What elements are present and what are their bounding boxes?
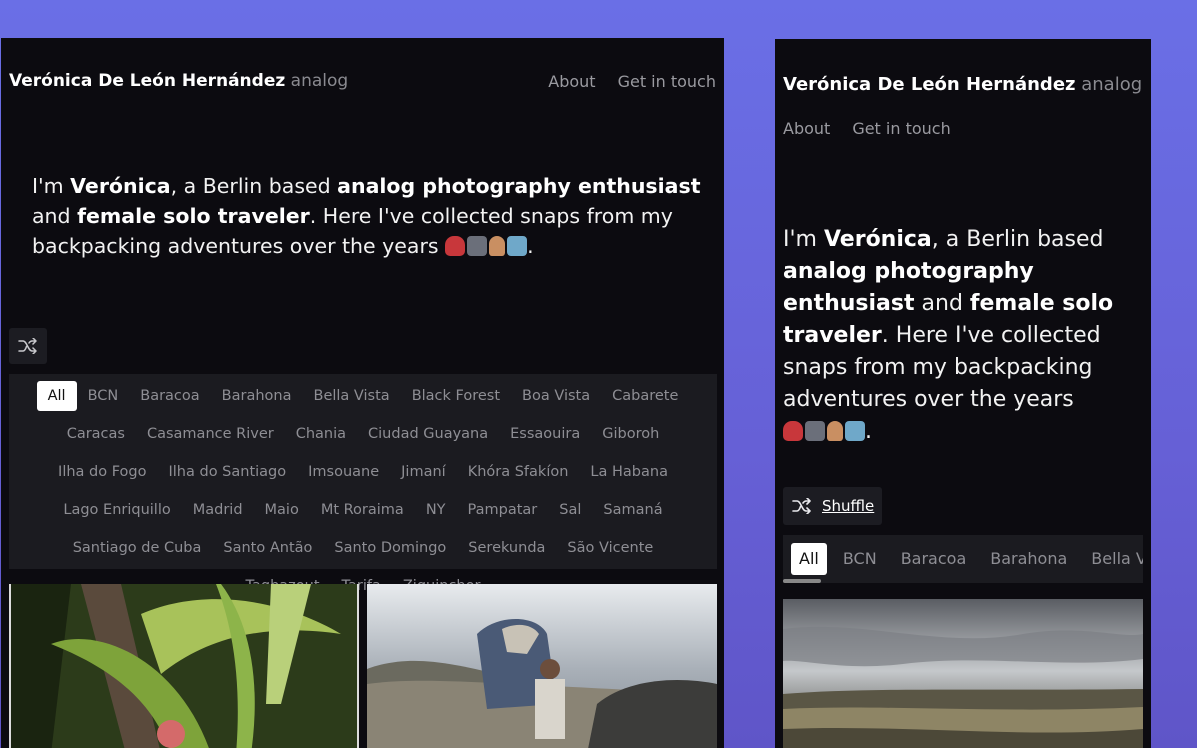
backpack-icon: [783, 421, 803, 441]
filter-tag[interactable]: Santo Domingo: [323, 533, 457, 563]
victory-hand-icon: [827, 421, 843, 441]
mobile-location-filter-list: AllBCNBaracoaBarahonaBella Vista: [791, 543, 1143, 575]
filter-tag[interactable]: Essaouira: [499, 419, 591, 449]
mobile-site-brand[interactable]: Verónica De León Hernández analog: [783, 74, 1142, 95]
shuffle-icon: [792, 498, 811, 514]
filter-tag[interactable]: Mt Roraima: [310, 495, 415, 525]
filter-tag[interactable]: Ciudad Guayana: [357, 419, 499, 449]
filter-tag[interactable]: Baracoa: [893, 543, 975, 575]
intro-segment: .: [865, 419, 872, 444]
camera-flash-icon: [467, 236, 488, 256]
filter-tag[interactable]: Bella Vista: [1083, 543, 1143, 575]
filter-tag[interactable]: All: [791, 543, 827, 575]
filter-tag[interactable]: Jimaní: [390, 457, 457, 487]
filter-tag[interactable]: Ilha do Santiago: [158, 457, 298, 487]
victory-hand-icon: [489, 236, 506, 256]
filter-tag[interactable]: BCN: [77, 381, 130, 411]
shuffle-label: Shuffle: [822, 497, 875, 515]
site-name: Verónica De León Hernández: [9, 71, 286, 91]
filter-tag[interactable]: Samaná: [592, 495, 673, 525]
site-header: Verónica De León Hernández analog About …: [9, 71, 716, 91]
landscape-image: [783, 599, 1143, 748]
filter-tag[interactable]: Barahona: [211, 381, 303, 411]
intro-segment: and: [32, 204, 78, 228]
mobile-location-filter-panel[interactable]: AllBCNBaracoaBarahonaBella Vista: [783, 535, 1143, 583]
filter-tag[interactable]: BCN: [835, 543, 885, 575]
filter-tag[interactable]: Chania: [285, 419, 357, 449]
filter-tag[interactable]: Santo Antão: [212, 533, 323, 563]
intro-name: Verónica: [823, 227, 932, 252]
nav-contact-link[interactable]: Get in touch: [618, 72, 716, 91]
filter-tag[interactable]: NY: [415, 495, 457, 525]
mobile-main-nav: About Get in touch: [783, 119, 951, 138]
filter-tag[interactable]: Casamance River: [136, 419, 285, 449]
emoji-group: [783, 421, 865, 441]
site-brand[interactable]: Verónica De León Hernández analog: [9, 71, 348, 91]
filter-tag[interactable]: Giboroh: [591, 419, 670, 449]
intro-text: I'm Verónica, a Berlin based analog phot…: [32, 171, 712, 261]
intro-highlight: analog photography enthusiast: [337, 174, 701, 198]
intro-segment: , a Berlin based: [170, 174, 338, 198]
filter-tag[interactable]: Maio: [254, 495, 310, 525]
gallery-photo-landscape[interactable]: [783, 599, 1143, 748]
intro-text: I'm Verónica, a Berlin based analog phot…: [783, 224, 1143, 448]
filter-tag[interactable]: Baracoa: [129, 381, 210, 411]
jungle-image: [11, 584, 357, 748]
site-subtitle: analog: [1081, 74, 1143, 95]
site-name: Verónica De León Hernández: [783, 74, 1076, 95]
filter-tag[interactable]: Imsouane: [297, 457, 390, 487]
filter-tag[interactable]: All: [36, 381, 77, 411]
mobile-preview: Verónica De León Hernández analog About …: [775, 39, 1151, 748]
shuffle-button[interactable]: [9, 328, 47, 364]
site-subtitle: analog: [290, 71, 349, 91]
shuffle-icon: [18, 338, 37, 354]
intro-segment: I'm: [32, 174, 71, 198]
filter-tag[interactable]: Ilha do Fogo: [47, 457, 157, 487]
nav-contact-link[interactable]: Get in touch: [852, 119, 950, 138]
intro-highlight: female solo traveler: [77, 204, 310, 228]
nav-about-link[interactable]: About: [783, 119, 830, 138]
filter-tag[interactable]: Sal: [548, 495, 592, 525]
intro-segment: , a Berlin based: [931, 227, 1104, 252]
filter-tag[interactable]: Bella Vista: [303, 381, 401, 411]
world-map-icon: [845, 421, 865, 441]
location-filter-panel: All BCN Baracoa Barahona Bella Vista Black Fo…: [9, 374, 717, 594]
filter-tag[interactable]: Barahona: [982, 543, 1075, 575]
intro-segment: .: [527, 234, 534, 258]
filter-tag[interactable]: Caracas: [56, 419, 136, 449]
backpack-icon: [445, 236, 466, 256]
gallery-photo-jungle[interactable]: [9, 584, 359, 748]
filter-tag[interactable]: Boa Vista: [511, 381, 601, 411]
filter-tag[interactable]: São Vicente: [556, 533, 664, 563]
filter-tag[interactable]: Cabarete: [601, 381, 689, 411]
filter-tag[interactable]: Serekunda: [457, 533, 556, 563]
mobile-shuffle-button[interactable]: Shuffle: [783, 487, 883, 525]
emoji-group: [445, 236, 528, 256]
world-map-icon: [507, 236, 528, 256]
gallery-photo-hiker[interactable]: [367, 584, 717, 748]
hiker-image: [367, 584, 717, 748]
filter-tag[interactable]: Khóra Sfakíon: [457, 457, 580, 487]
intro-segment: I'm: [783, 227, 824, 252]
filter-tag[interactable]: Pampatar: [457, 495, 549, 525]
nav-about-link[interactable]: About: [548, 72, 595, 91]
filter-tag[interactable]: La Habana: [579, 457, 679, 487]
filter-tag[interactable]: Madrid: [182, 495, 254, 525]
filter-tag[interactable]: Lago Enriquillo: [52, 495, 181, 525]
intro-segment: and: [914, 291, 970, 316]
intro-name: Verónica: [70, 174, 171, 198]
filter-tag[interactable]: Santiago de Cuba: [62, 533, 213, 563]
desktop-preview: Verónica De León Hernández analog About …: [1, 38, 724, 748]
location-filter-list: All BCN Baracoa Barahona Bella Vista Black Fo…: [21, 381, 705, 601]
mobile-site-header: Verónica De León Hernández analog: [783, 74, 1142, 95]
filter-tag[interactable]: Black Forest: [401, 381, 511, 411]
filter-scrollbar[interactable]: [783, 579, 821, 583]
main-nav: About Get in touch: [548, 72, 716, 91]
camera-flash-icon: [805, 421, 825, 441]
